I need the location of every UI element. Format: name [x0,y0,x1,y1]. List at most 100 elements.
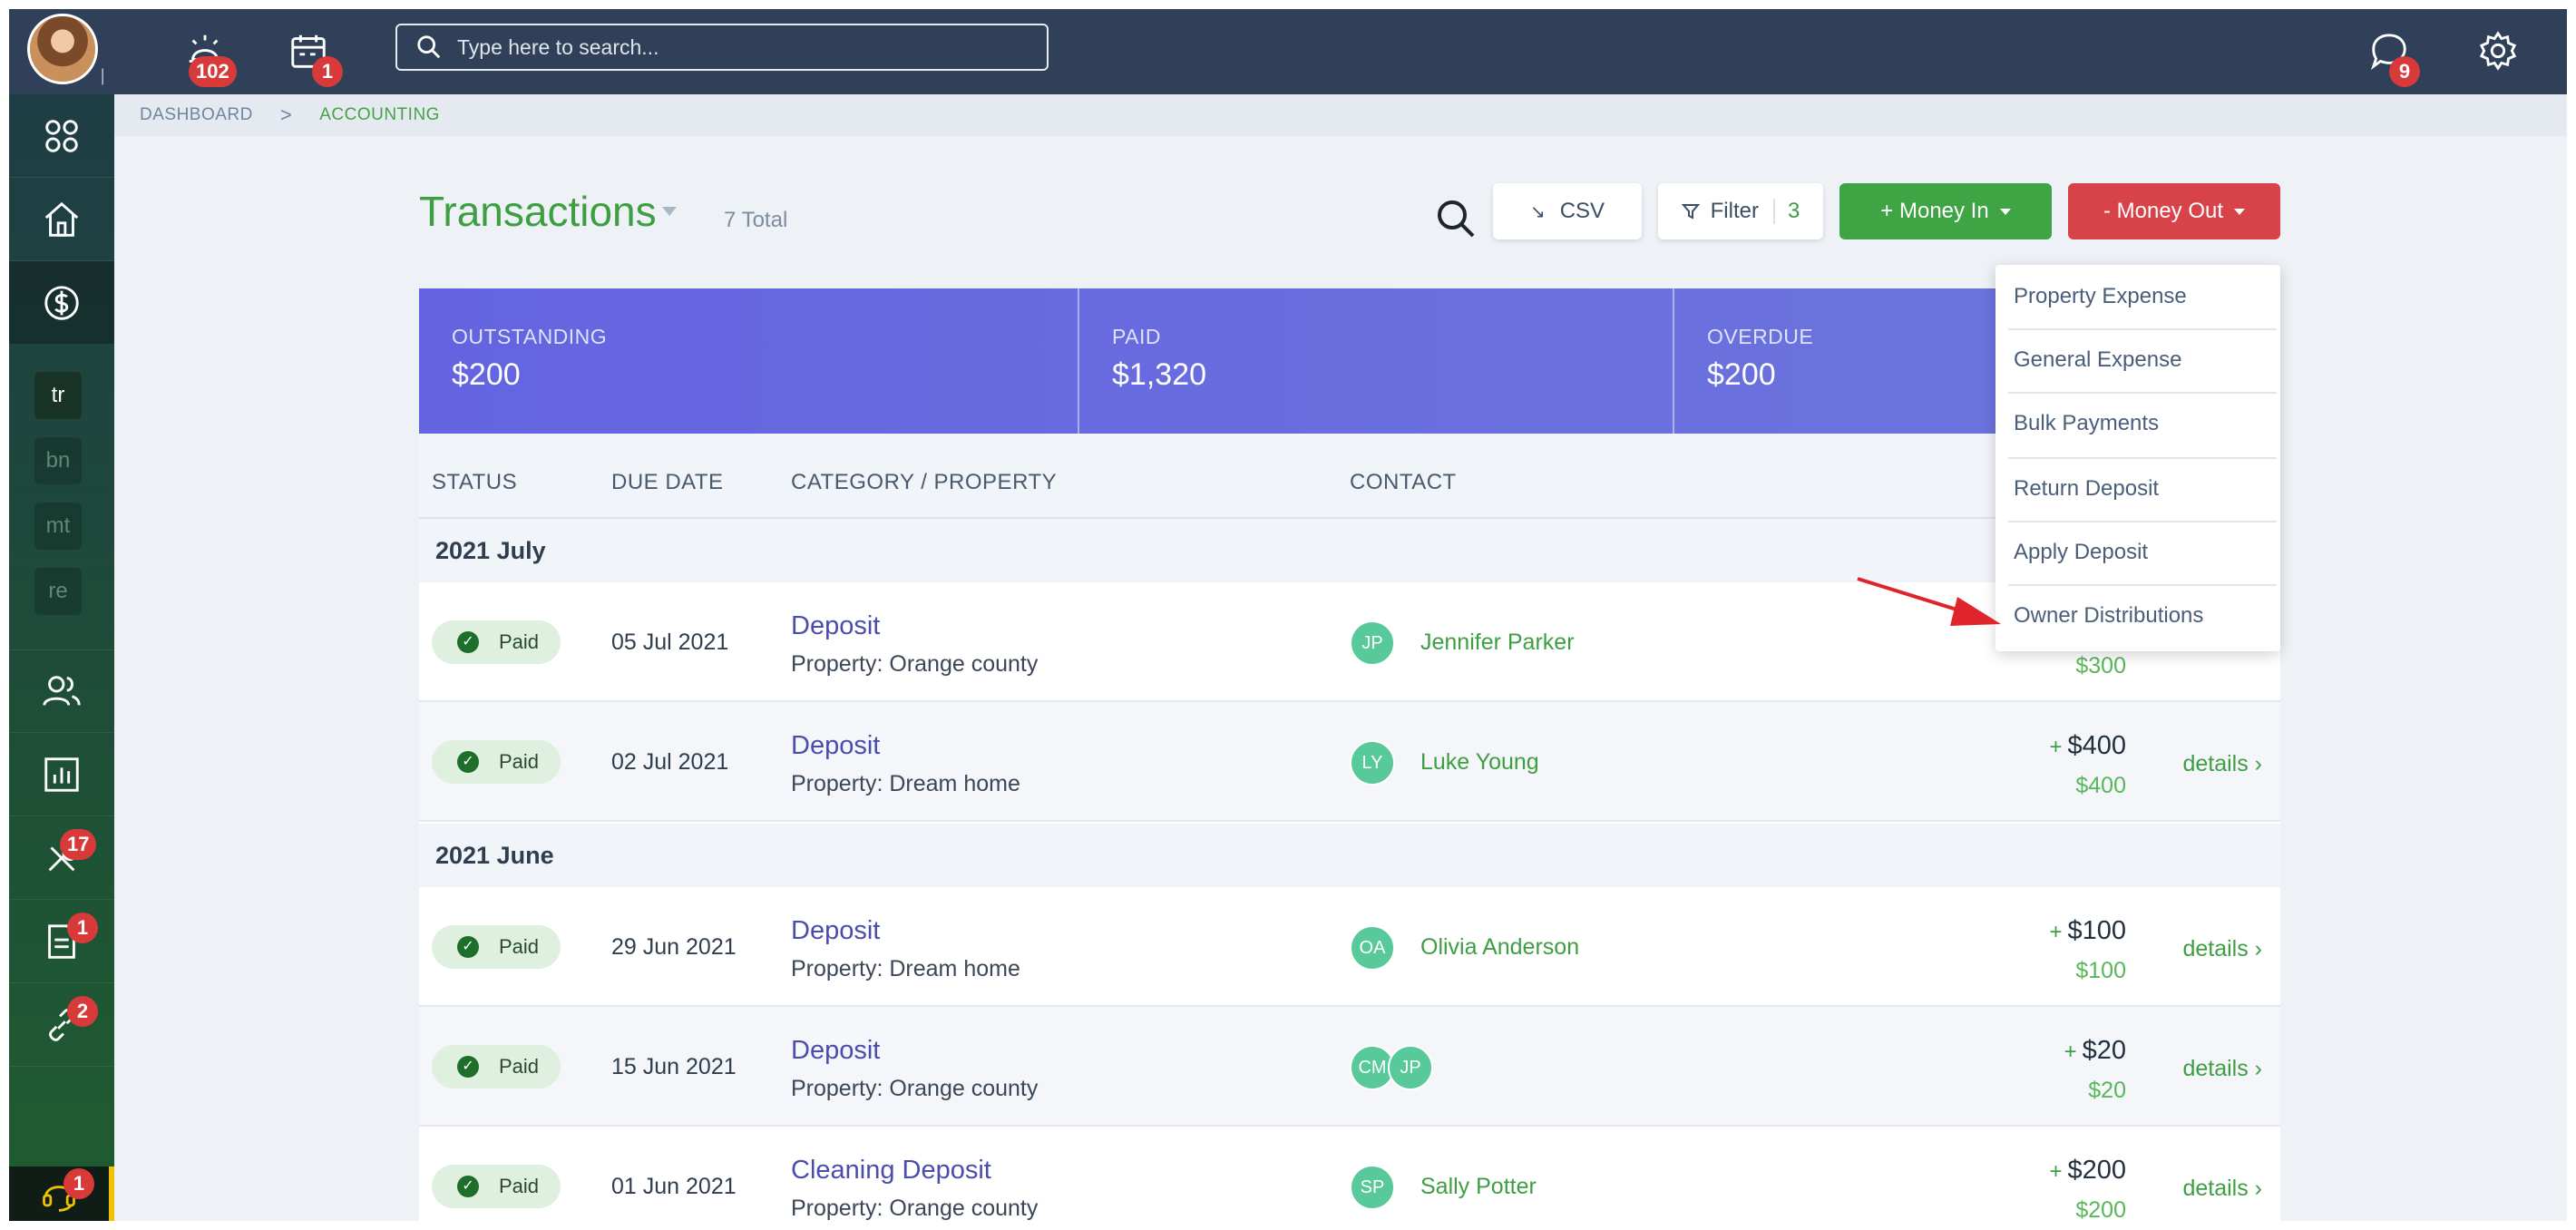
table-row[interactable]: ✓ Paid 01 Jun 2021 Cleaning Deposit Prope… [419,1127,2280,1221]
sidebar-chip-mt[interactable]: mt [34,503,82,550]
property-text: Property: Dream home [791,956,1020,981]
sidebar-chip-re[interactable]: re [34,568,82,615]
page-title[interactable]: Transactions [419,187,657,236]
due-date: 15 Jun 2021 [611,1054,737,1079]
summary-value: $200 [1707,357,1776,392]
money-out-button[interactable]: - Money Out [2068,183,2280,239]
sidebar-item-apps[interactable] [9,94,114,178]
category-link[interactable]: Deposit [791,611,880,641]
group-label: 2021 June [435,842,554,869]
chevron-right-icon: › [2254,936,2262,962]
amount-sub: $200 [2075,1197,2126,1221]
summary-outstanding[interactable]: OUTSTANDING $200 [419,288,1078,434]
details-link[interactable]: details › [2182,936,2262,962]
links-badge: 2 [67,996,98,1027]
due-date: 05 Jul 2021 [611,630,729,655]
menu-item-owner-distributions[interactable]: Owner Distributions [1995,584,2280,648]
column-category-property[interactable]: CATEGORY / PROPERTY [791,470,1057,495]
details-link[interactable]: details › [2182,1176,2262,1202]
messages-button[interactable]: 9 [2362,24,2420,87]
search-box[interactable] [395,24,1049,71]
messages-badge: 9 [2389,56,2420,87]
contact-name[interactable]: Jennifer Parker [1420,630,1575,656]
contact-name[interactable]: Olivia Anderson [1420,934,1579,961]
amount-sub: $400 [2075,773,2126,798]
check-icon: ✓ [457,631,479,653]
breadcrumb-separator-icon: > [279,103,293,126]
details-link[interactable]: details › [2182,751,2262,777]
total-count: 7 Total [724,208,788,232]
contact-avatar[interactable]: OA [1350,925,1395,971]
summary-paid[interactable]: PAID $1,320 [1079,288,1673,434]
sidebar-item-reports[interactable] [9,733,114,816]
plus-sign: + [2049,920,2063,944]
amount: + $400 [2049,731,2126,761]
user-avatar[interactable] [27,14,98,84]
sidebar-chip-bn[interactable]: bn [34,437,82,484]
annotation-arrow-icon [1857,577,2001,626]
money-out-label: - Money Out [2103,199,2224,223]
calendar-badge: 1 [312,56,343,87]
sidebar-chip-tr[interactable]: tr [34,372,82,419]
column-contact[interactable]: CONTACT [1350,470,1457,495]
menu-item-apply-deposit[interactable]: Apply Deposit [1995,521,2280,584]
menu-item-bulk-payments[interactable]: Bulk Payments [1995,392,2280,455]
support-button[interactable]: 1 [9,1167,114,1221]
table-row[interactable]: ✓ Paid 15 Jun 2021 Deposit Property: Oran… [419,1007,2280,1127]
sidebar-item-accounting[interactable] [9,261,114,345]
apps-grid-icon [45,119,78,152]
contact-avatar[interactable]: JP [1388,1045,1433,1090]
status-badge: ✓ Paid [432,620,561,664]
amount: + $20 [2064,1036,2126,1066]
csv-export-button[interactable]: ↘ CSV [1493,183,1642,239]
column-status[interactable]: STATUS [432,470,517,495]
chevron-right-icon: › [2254,1056,2262,1081]
table-search-icon[interactable] [1433,196,1478,241]
bar-chart-icon [44,757,79,792]
download-arrow-icon: ↘ [1529,201,1546,222]
sidebar-item-home[interactable] [9,178,114,261]
details-label: details [2182,936,2249,962]
sidebar-item-contacts[interactable] [9,649,114,733]
contact-avatar[interactable]: SP [1350,1165,1395,1210]
title-caret-icon[interactable] [662,207,677,216]
category-link[interactable]: Deposit [791,1036,880,1066]
documents-badge: 1 [67,913,98,943]
settings-button[interactable] [2471,24,2525,78]
property-text: Property: Dream home [791,771,1020,796]
notifications-badge: 102 [189,56,237,87]
details-label: details [2182,751,2249,776]
menu-item-property-expense[interactable]: Property Expense [1995,265,2280,328]
check-icon: ✓ [457,1056,479,1078]
contact-name[interactable]: Luke Young [1420,749,1539,776]
sidebar-item-documents[interactable]: 1 [9,900,114,983]
category-link[interactable]: Deposit [791,916,880,946]
table-row[interactable]: ✓ Paid 02 Jul 2021 Deposit Property: Drea… [419,702,2280,822]
amount-sub: $20 [2088,1078,2126,1103]
menu-item-general-expense[interactable]: General Expense [1995,328,2280,392]
contact-avatar[interactable]: LY [1350,740,1395,786]
maintenance-badge: 17 [60,829,97,860]
details-link[interactable]: details › [2182,1056,2262,1082]
table-row[interactable]: ✓ Paid 29 Jun 2021 Deposit Property: Drea… [419,887,2280,1007]
sidebar-item-maintenance[interactable]: 17 [9,816,114,900]
amount: + $200 [2049,1156,2126,1186]
contact-avatar[interactable]: JP [1350,620,1395,666]
money-in-button[interactable]: + Money In [1839,183,2052,239]
group-label: 2021 July [435,537,546,564]
category-link[interactable]: Deposit [791,731,880,761]
contact-name[interactable]: Sally Potter [1420,1174,1537,1200]
category-link[interactable]: Cleaning Deposit [791,1156,991,1186]
summary-label: OUTSTANDING [452,325,608,348]
search-input[interactable] [457,34,1020,60]
property-text: Property: Orange county [791,1196,1039,1221]
sidebar-item-links[interactable]: 2 [9,983,114,1067]
breadcrumb-dashboard[interactable]: DASHBOARD [140,105,253,125]
calendar-button[interactable]: 1 [281,24,343,87]
pin-icon[interactable]: ❘ [93,65,112,85]
notifications-button[interactable]: 102 [178,24,237,87]
menu-item-return-deposit[interactable]: Return Deposit [1995,457,2280,521]
money-in-label: + Money In [1880,199,1989,223]
filter-button[interactable]: Filter 3 [1658,183,1823,239]
column-due-date[interactable]: DUE DATE [611,470,724,495]
